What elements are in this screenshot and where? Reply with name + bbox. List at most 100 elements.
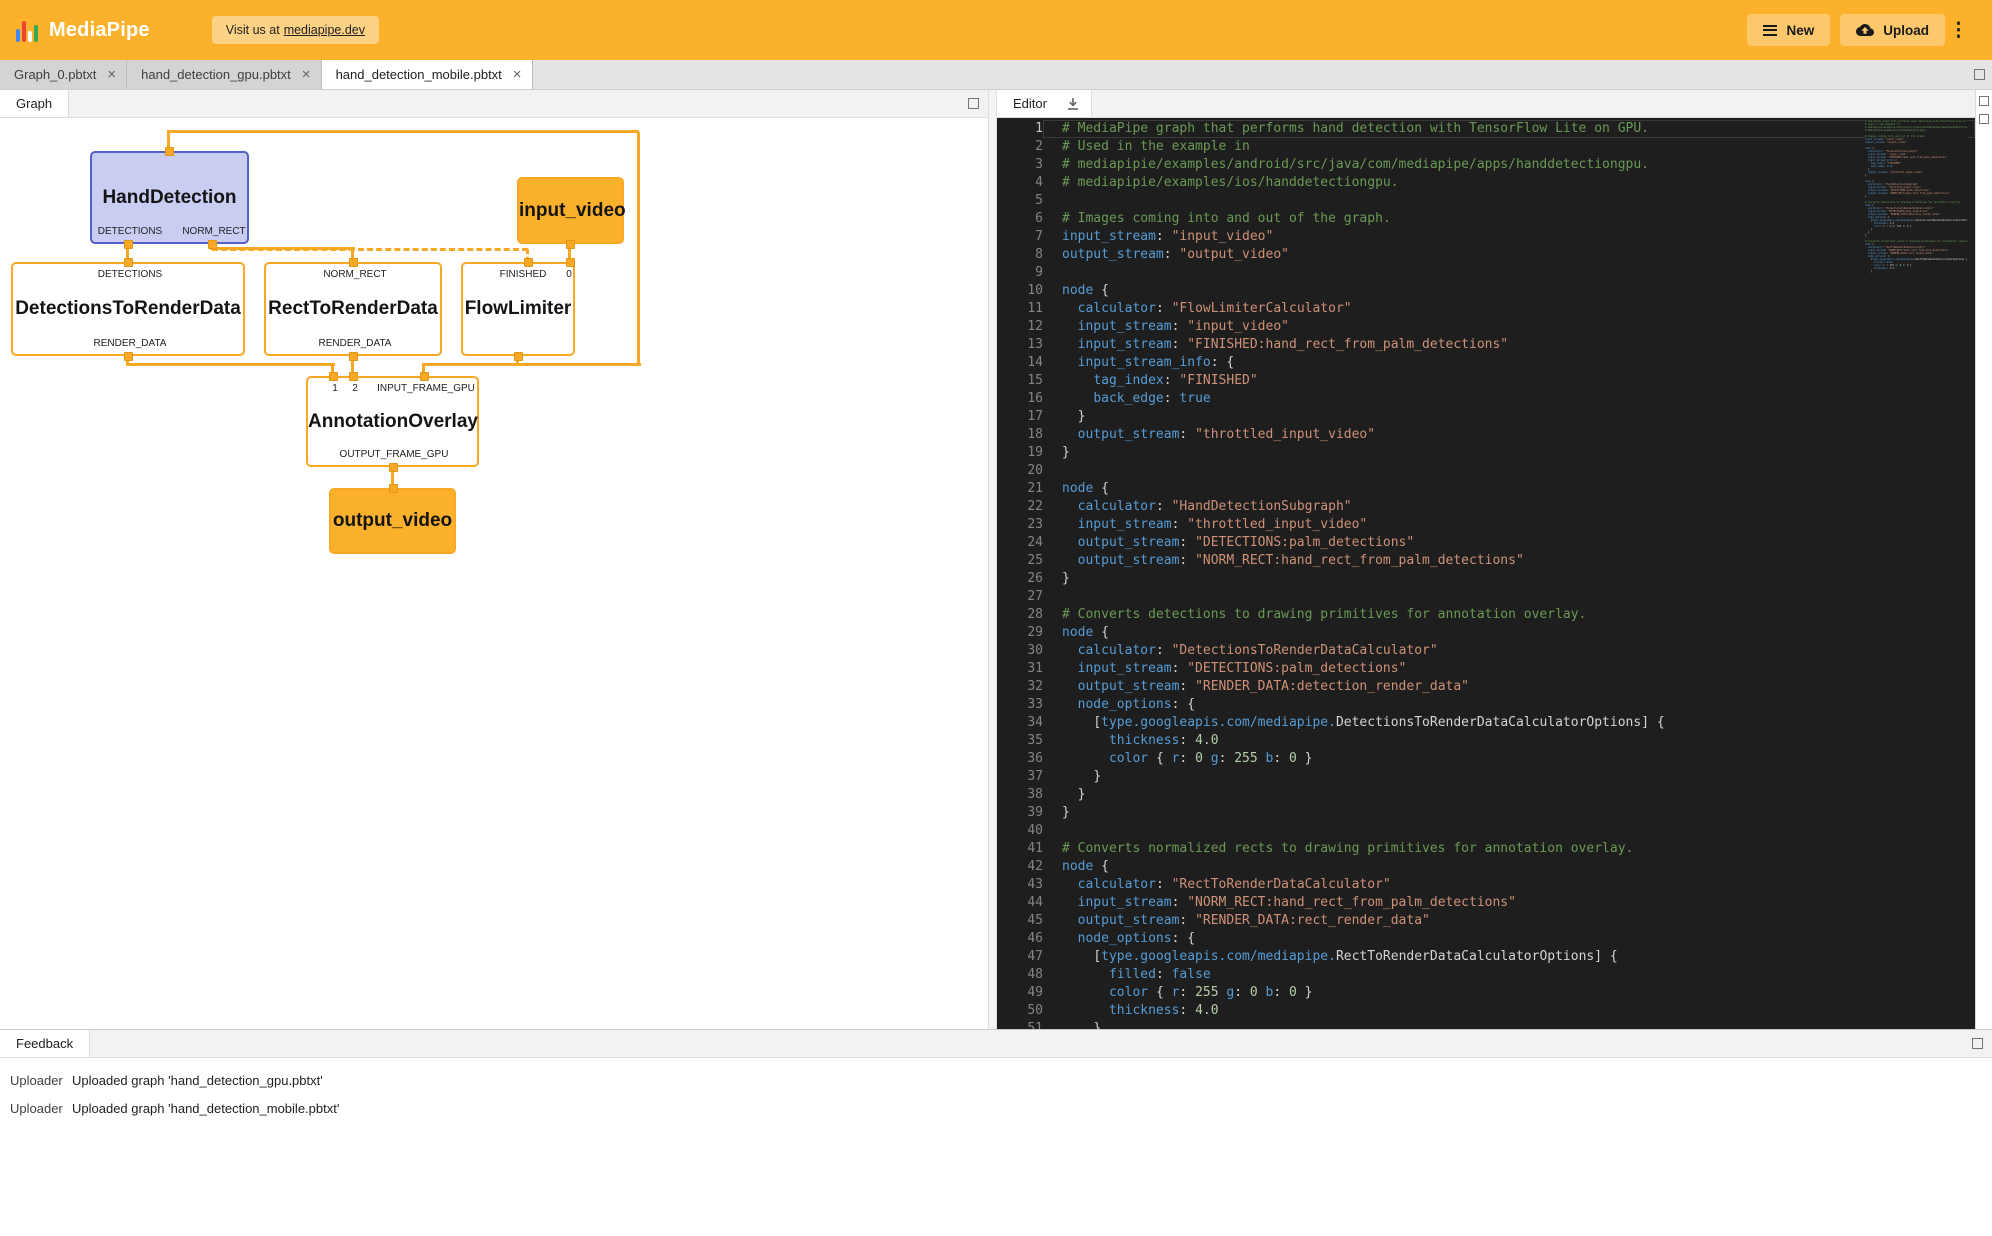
node-title: FlowLimiter: [463, 298, 573, 320]
visit-link[interactable]: mediapipe.dev: [284, 23, 365, 37]
graph-edge: [422, 363, 641, 366]
editor-panel: Editor 1# MediaPipe graph that performs …: [997, 90, 1975, 1029]
visit-chip[interactable]: Visit us at mediapipe.dev: [212, 16, 379, 44]
node-title: AnnotationOverlay: [308, 411, 477, 433]
tab-graph-0[interactable]: Graph_0.pbtxt ×: [0, 60, 127, 89]
feedback-log: Uploader Uploaded graph 'hand_detection_…: [0, 1058, 1992, 1236]
visit-label: Visit us at: [226, 23, 280, 37]
close-icon[interactable]: ×: [513, 67, 522, 82]
port-label: NORM_RECT: [323, 269, 386, 280]
graph-port: [124, 240, 133, 249]
graph-port: [349, 372, 358, 381]
port-label: OUTPUT_FRAME_GPU: [340, 449, 449, 460]
download-icon: [1065, 96, 1081, 112]
node-title: HandDetection: [92, 187, 247, 209]
node-title: DetectionsToRenderData: [13, 298, 243, 320]
tab-label: hand_detection_mobile.pbtxt: [336, 67, 502, 82]
graph-node-detections-to-render-data[interactable]: DETECTIONS DetectionsToRenderData RENDER…: [11, 262, 245, 356]
graph-port: [124, 258, 133, 267]
log-row: Uploader Uploaded graph 'hand_detection_…: [0, 1066, 1992, 1094]
port-label: NORM_RECT: [182, 226, 245, 237]
cloud-upload-icon: [1856, 21, 1874, 39]
tab-label: Graph_0.pbtxt: [14, 67, 96, 82]
graph-port: [420, 372, 429, 381]
menu-icon: [1763, 25, 1777, 36]
graph-port: [329, 372, 338, 381]
node-title: input_video: [519, 200, 622, 222]
graph-node-annotationoverlay[interactable]: 1 2 INPUT_FRAME_GPU AnnotationOverlay OU…: [306, 376, 479, 467]
expand-graph-icon[interactable]: [968, 98, 979, 109]
editor-header-spacer: [1092, 90, 1975, 117]
node-title: RectToRenderData: [266, 298, 440, 320]
graph-panel-header: Graph: [0, 90, 988, 118]
minimap[interactable]: # MediaPipe graph that performs hand det…: [1865, 120, 1967, 1029]
graph-port: [566, 258, 575, 267]
editor-panel-header: Editor: [997, 90, 1975, 118]
log-source: Uploader: [10, 1101, 72, 1116]
graph-port: [514, 352, 523, 361]
tabbar-spacer: [533, 60, 1974, 89]
graph-port: [165, 147, 174, 156]
graph-edge: [126, 363, 335, 366]
log-message: Uploaded graph 'hand_detection_mobile.pb…: [72, 1101, 339, 1116]
graph-port: [566, 240, 575, 249]
mediapipe-visualizer: MediaPipe Visit us at mediapipe.dev New …: [0, 0, 1992, 1236]
graph-edge: [167, 130, 639, 133]
expand-rail-icon-2[interactable]: [1979, 114, 1989, 124]
port-label: DETECTIONS: [98, 226, 162, 237]
upload-button-label: Upload: [1883, 23, 1929, 38]
tab-feedback[interactable]: Feedback: [0, 1036, 89, 1051]
tab-hand-detection-gpu[interactable]: hand_detection_gpu.pbtxt ×: [127, 60, 321, 89]
graph-port: [524, 258, 533, 267]
port-label: 2: [352, 383, 358, 394]
close-icon[interactable]: ×: [302, 67, 311, 82]
graph-header-spacer: [69, 90, 968, 117]
code-lines: 1# MediaPipe graph that performs hand de…: [997, 120, 1975, 1029]
feedback-header-spacer: [90, 1030, 1972, 1057]
graph-port: [208, 240, 217, 249]
log-row: Uploader Uploaded graph 'hand_detection_…: [0, 1094, 1992, 1122]
port-label: DETECTIONS: [98, 269, 162, 280]
graph-node-output-video[interactable]: output_video: [329, 488, 456, 554]
graph-node-handdetection[interactable]: HandDetection DETECTIONS NORM_RECT: [90, 151, 249, 244]
graph-node-rect-to-render-data[interactable]: NORM_RECT RectToRenderData RENDER_DATA: [264, 262, 442, 356]
port-label: 1: [332, 383, 338, 394]
port-label: 0: [566, 269, 572, 280]
tab-graph-view[interactable]: Graph: [0, 96, 68, 111]
port-label: FINISHED: [500, 269, 547, 280]
port-label: INPUT_FRAME_GPU: [377, 383, 475, 394]
close-icon[interactable]: ×: [107, 67, 116, 82]
new-button[interactable]: New: [1747, 14, 1830, 46]
panel-splitter[interactable]: [988, 90, 997, 1029]
app-header: MediaPipe Visit us at mediapipe.dev New …: [0, 0, 1992, 60]
log-source: Uploader: [10, 1073, 72, 1088]
graph-edge: [210, 247, 355, 250]
tab-hand-detection-mobile[interactable]: hand_detection_mobile.pbtxt ×: [322, 60, 533, 89]
expand-rail-icon[interactable]: [1979, 96, 1989, 106]
download-button[interactable]: [1063, 96, 1091, 112]
graph-node-flowlimiter[interactable]: FINISHED 0 FlowLimiter: [461, 262, 575, 356]
expand-feedback-icon[interactable]: [1972, 1038, 1983, 1049]
graph-panel: Graph: [0, 90, 988, 1029]
kebab-menu-icon[interactable]: ⋮: [1945, 19, 1976, 42]
code-editor[interactable]: 1# MediaPipe graph that performs hand de…: [997, 118, 1975, 1029]
feedback-panel-header: Feedback: [0, 1030, 1992, 1058]
collapsed-panel-rail: [1975, 90, 1992, 1029]
expand-panel-icon[interactable]: [1974, 69, 1985, 80]
port-label: RENDER_DATA: [94, 338, 167, 349]
port-label: RENDER_DATA: [319, 338, 392, 349]
log-message: Uploaded graph 'hand_detection_gpu.pbtxt…: [72, 1073, 323, 1088]
tab-label: hand_detection_gpu.pbtxt: [141, 67, 291, 82]
node-title: output_video: [331, 510, 454, 532]
feedback-panel: Feedback Uploader Uploaded graph 'hand_d…: [0, 1030, 1992, 1236]
upload-button[interactable]: Upload: [1840, 14, 1945, 46]
app-title: MediaPipe: [49, 19, 150, 42]
graph-node-input-video[interactable]: input_video: [517, 177, 624, 244]
graph-port: [349, 352, 358, 361]
tab-editor-view[interactable]: Editor: [997, 96, 1063, 111]
graph-canvas[interactable]: HandDetection DETECTIONS NORM_RECT input…: [0, 118, 988, 1029]
graph-edge: [637, 132, 640, 365]
file-tab-bar: Graph_0.pbtxt × hand_detection_gpu.pbtxt…: [0, 60, 1992, 90]
graph-port: [389, 463, 398, 472]
new-button-label: New: [1786, 23, 1814, 38]
